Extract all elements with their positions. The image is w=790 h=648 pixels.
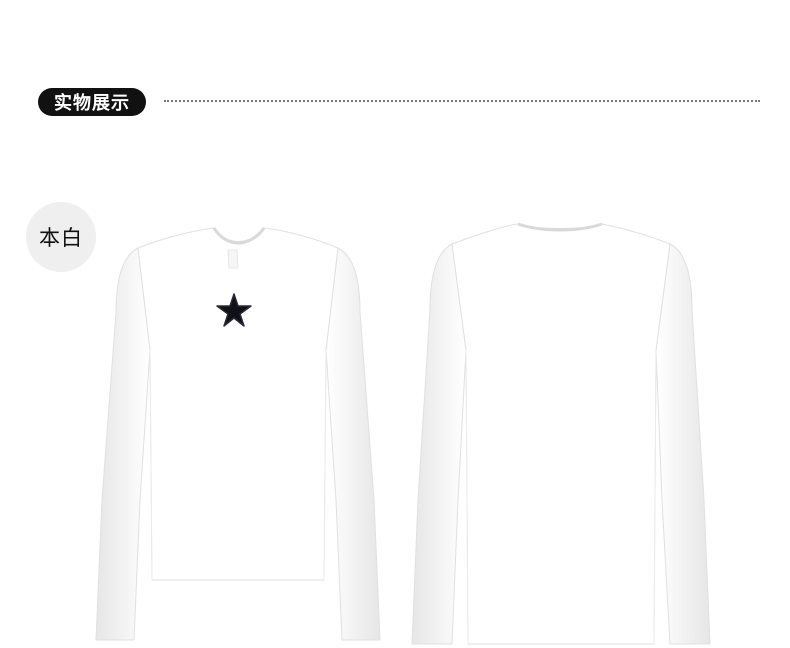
right-sleeve: [655, 243, 711, 645]
section-title: 实物展示: [38, 88, 146, 116]
color-label-badge: 本白: [26, 202, 96, 272]
body: [137, 227, 339, 581]
right-sleeve: [325, 247, 381, 641]
neck-tag: [227, 249, 239, 269]
back-view-image: [400, 200, 720, 648]
left-sleeve: [411, 243, 467, 645]
body: [451, 223, 671, 645]
section-header: 实物展示: [38, 88, 760, 118]
front-view-image: [88, 200, 388, 648]
left-sleeve: [95, 247, 151, 641]
dotted-divider: [164, 100, 760, 102]
